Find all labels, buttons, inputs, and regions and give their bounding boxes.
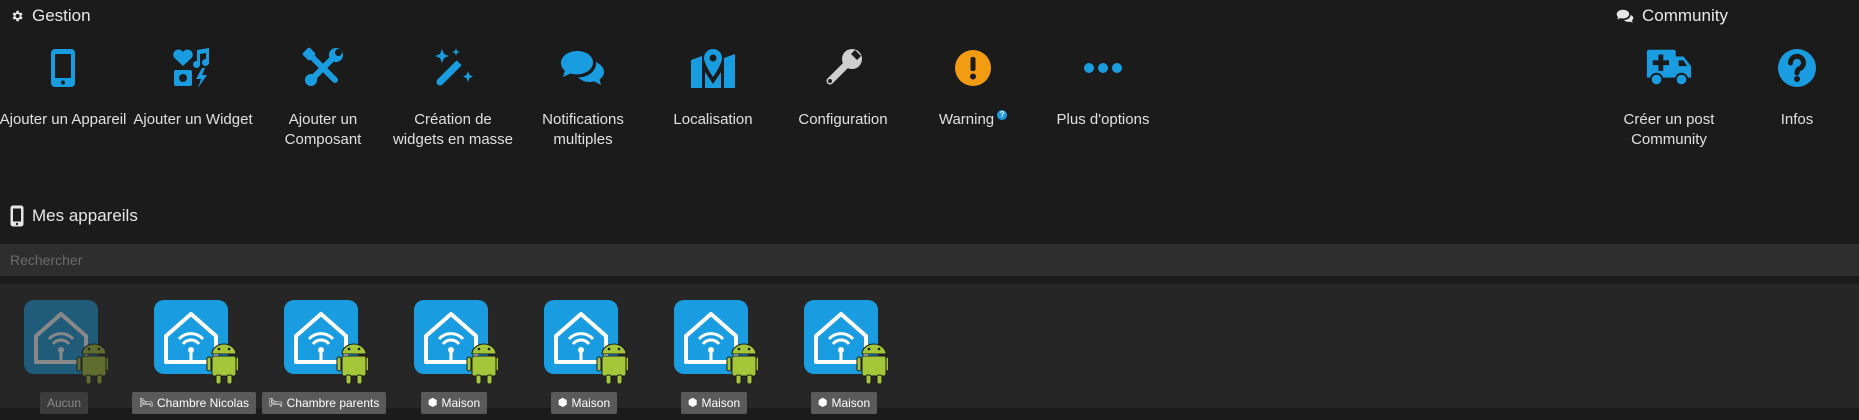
warning-label: Warning [938,111,995,128]
warning-label-row: Warning? [938,110,1008,130]
jeedom-android-icon [284,300,371,385]
device-card[interactable]: 🛏 Chambre Nicolas [124,300,264,420]
room-tag-label: Maison [571,396,611,410]
map-pin-icon [689,44,737,92]
warning-icon [949,44,997,92]
my-devices-header: Mes appareils [10,205,138,227]
info-label: Infos [1780,111,1814,128]
create-community-post-label: Créer un post Community [1623,111,1715,148]
more-dots-icon [1079,44,1127,92]
devices-grid: Aucun 🛏 Chambre Nicolas 🛏 Chambre parent… [0,284,1859,414]
cube-icon: ⬢ [557,397,568,409]
room-tag-label: Chambre parents [286,396,380,410]
configuration-label: Configuration [798,111,888,128]
info-button[interactable]: Infos [1732,44,1859,130]
jeedom-android-icon [674,300,761,385]
room-tag-label: Chambre Nicolas [156,396,249,410]
device-thumbnail [280,300,371,385]
room-tag-label: Maison [441,396,481,410]
room-tag: Aucun [39,392,89,414]
bed-icon: 🛏 [268,397,283,409]
my-devices-title: Mes appareils [32,206,138,225]
device-card[interactable]: ⬢ Maison [774,300,914,420]
cube-icon: ⬢ [817,397,828,409]
create-community-post-button[interactable]: Créer un post Community [1604,44,1734,150]
device-card[interactable]: Aucun [0,300,134,420]
mobile-icon [39,44,87,92]
gestion-title: Gestion [32,6,91,25]
location-button[interactable]: Localisation [648,44,778,130]
question-badge-icon[interactable]: ? [997,110,1008,120]
question-circle-icon [1773,44,1821,92]
device-thumbnail [20,300,111,385]
cube-icon: ⬢ [427,397,438,409]
ambulance-icon [1645,44,1693,92]
comments-icon [1616,9,1634,23]
device-card[interactable]: ⬢ Maison [644,300,784,420]
add-component-label: Ajouter un Composant [284,111,362,148]
multiple-notifications-label: Notifications multiples [542,111,624,148]
add-component-button[interactable]: Ajouter un Composant [258,44,388,150]
configuration-button[interactable]: Configuration [778,44,908,130]
device-card[interactable]: ⬢ Maison [514,300,654,420]
wrench-icon [819,44,867,92]
community-title: Community [1642,6,1728,25]
room-tag: ⬢ Maison [810,392,878,414]
add-widget-button[interactable]: Ajouter un Widget [128,44,258,130]
jeedom-android-icon [414,300,501,385]
add-device-button[interactable]: Ajouter un Appareil [0,44,128,130]
jeedom-android-icon [544,300,631,385]
location-label: Localisation [673,111,753,128]
add-widget-label: Ajouter un Widget [133,111,253,128]
search-input[interactable] [0,244,1859,276]
device-thumbnail [800,300,891,385]
room-tag-label: Maison [831,396,871,410]
room-tag: ⬢ Maison [680,392,748,414]
add-device-label: Ajouter un Appareil [0,111,127,128]
more-options-button[interactable]: Plus d'options [1038,44,1168,130]
warning-button[interactable]: Warning? [908,44,1038,130]
mobile-icon [10,205,24,227]
action-row: Ajouter un Appareil Ajouter un Widget Aj [0,44,1859,164]
chat-bubbles-icon [559,44,607,92]
community-header: Community [1616,6,1728,26]
gestion-header: Gestion [10,6,91,26]
room-tag: 🛏 Chambre parents [261,392,387,414]
device-thumbnail [150,300,241,385]
more-options-label: Plus d'options [1056,111,1150,128]
bulk-widget-creation-label: Création de widgets en masse [392,111,514,148]
jeedom-android-icon [154,300,241,385]
jeedom-android-icon [24,300,111,385]
device-thumbnail [410,300,501,385]
gear-icon [10,9,24,23]
device-thumbnail [540,300,631,385]
cube-icon: ⬢ [687,397,698,409]
room-tag: ⬢ Maison [550,392,618,414]
device-thumbnail [670,300,761,385]
magic-wand-icon [429,44,477,92]
device-card[interactable]: ⬢ Maison [384,300,524,420]
jeedom-android-icon [804,300,891,385]
room-tag-label: Aucun [46,396,82,410]
bed-icon: 🛏 [138,397,153,409]
bulk-widget-creation-button[interactable]: Création de widgets en masse [388,44,518,150]
multiple-notifications-button[interactable]: Notifications multiples [518,44,648,150]
room-tag: 🛏 Chambre Nicolas [131,392,256,414]
room-tag: ⬢ Maison [420,392,488,414]
tools-icon [299,44,347,92]
widget-icon [169,44,217,92]
room-tag-label: Maison [701,396,741,410]
device-card[interactable]: 🛏 Chambre parents [254,300,394,420]
